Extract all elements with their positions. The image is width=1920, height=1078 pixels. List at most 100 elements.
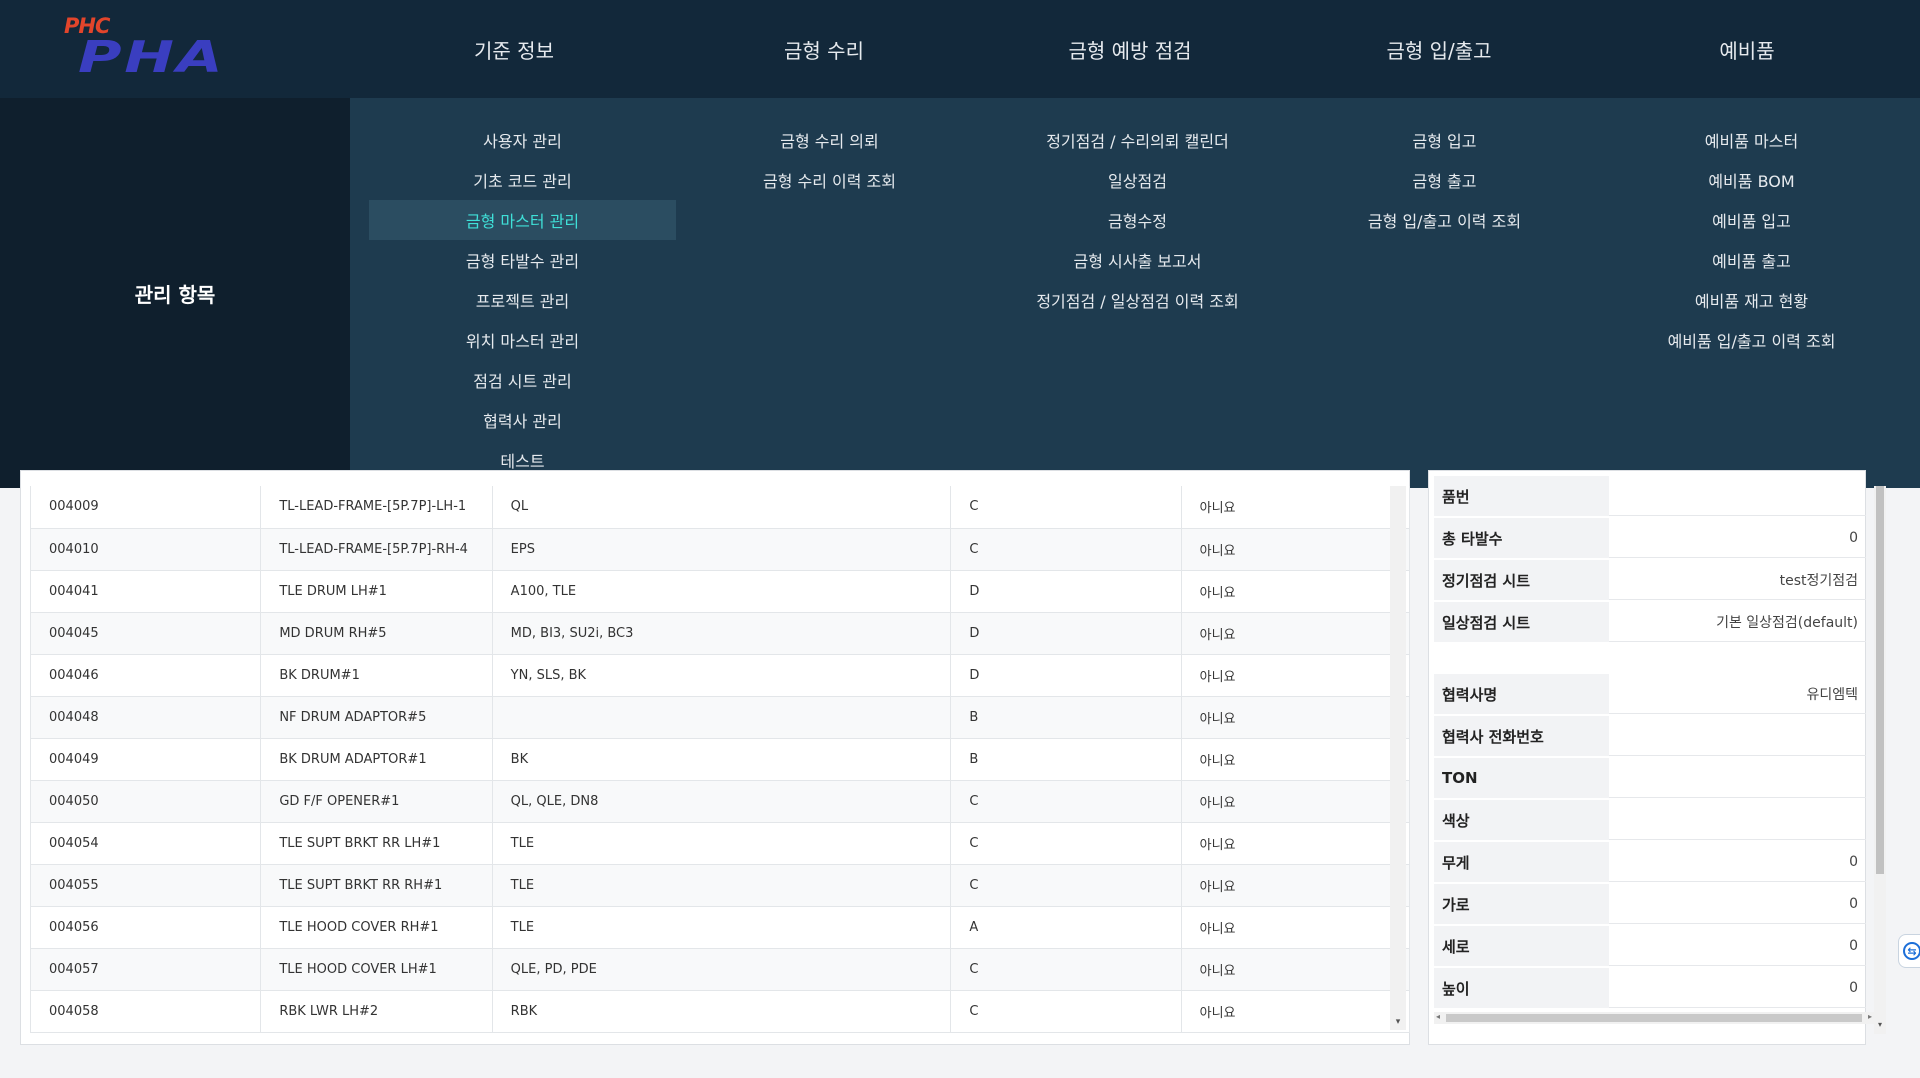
table-cell: TLE HOOD COVER LH#1 [260, 948, 493, 991]
top-navbar: PHC PHA 기준 정보 금형 수리 금형 예방 점검 금형 입/출고 예비품 [0, 0, 1920, 98]
detail-label: 높이 [1434, 968, 1609, 1008]
menu-item-active[interactable]: 금형 마스터 관리 [369, 200, 676, 240]
detail-row: 정기점검 시트 test정기점검 [1434, 560, 1866, 602]
table-cell: D [950, 570, 1182, 613]
table-row[interactable]: 004041 TLE DRUM LH#1 A100, TLE D 아니요 [29, 570, 1411, 613]
menu-item[interactable]: 정기점검 / 수리의뢰 캘린더 [984, 120, 1291, 160]
table-cell: D [950, 654, 1182, 697]
nav-mold-inout[interactable]: 금형 입/출고 [1325, 0, 1553, 98]
detail-label: 협력사 전화번호 [1434, 716, 1609, 756]
remote-icon: ⇆ [1903, 942, 1920, 960]
table-row[interactable]: 004049 BK DRUM ADAPTOR#1 BK B 아니요 [29, 738, 1411, 781]
detail-value[interactable]: 기본 일상점검(default) [1609, 602, 1866, 642]
menu-item[interactable]: 금형 수리 이력 조회 [676, 160, 983, 200]
table-cell: GD F/F OPENER#1 [260, 780, 493, 823]
detail-value[interactable]: 유디엠텍 [1609, 674, 1866, 714]
nav-spare-parts[interactable]: 예비품 [1633, 0, 1861, 98]
detail-label: 정기점검 시트 [1434, 560, 1609, 600]
table-row[interactable]: 004010 TL-LEAD-FRAME-[5P.7P]-RH-4 EPS C 아니요 [29, 528, 1411, 571]
table-cell: TL-LEAD-FRAME-[5P.7P]-RH-4 [260, 528, 493, 571]
table-row[interactable]: 004057 TLE HOOD COVER LH#1 QLE, PD, PDE C 아니… [29, 948, 1411, 991]
menu-item[interactable]: 일상점검 [984, 160, 1291, 200]
detail-row: 가로 0 [1434, 884, 1866, 926]
menu-item[interactable]: 예비품 마스터 [1598, 120, 1905, 160]
table-cell: YN, SLS, BK [492, 654, 952, 697]
detail-row: 높이 0 [1434, 968, 1866, 1010]
table-row[interactable]: 004050 GD F/F OPENER#1 QL, QLE, DN8 C 아니요 [29, 780, 1411, 823]
menu-item[interactable]: 정기점검 / 일상점검 이력 조회 [984, 280, 1291, 320]
menu-item[interactable]: 금형 출고 [1291, 160, 1598, 200]
table-cell: C [950, 990, 1182, 1033]
scroll-right-icon[interactable]: ▸ [1868, 1012, 1872, 1021]
scroll-down-icon[interactable]: ▾ [1390, 1014, 1406, 1030]
nav-mold-prevention[interactable]: 금형 예방 점검 [1016, 0, 1244, 98]
table-row[interactable]: 004048 NF DRUM ADAPTOR#5 B 아니요 [29, 696, 1411, 739]
menu-item[interactable]: 예비품 BOM [1598, 160, 1905, 200]
detail-value[interactable] [1609, 800, 1866, 840]
table-cell: 아니요 [1181, 738, 1411, 781]
table-cell: 아니요 [1181, 864, 1411, 907]
menu-item[interactable]: 금형 입/출고 이력 조회 [1291, 200, 1598, 240]
menu-item[interactable]: 금형 타발수 관리 [369, 240, 676, 280]
menu-item[interactable]: 예비품 입고 [1598, 200, 1905, 240]
detail-value[interactable]: 0 [1609, 926, 1866, 966]
detail-value[interactable] [1609, 476, 1866, 516]
remote-support-button[interactable]: ⇆ [1898, 934, 1920, 968]
menu-item[interactable]: 점검 시트 관리 [369, 360, 676, 400]
detail-value[interactable]: 0 [1609, 968, 1866, 1008]
detail-value[interactable] [1609, 758, 1866, 798]
menu-item[interactable]: 기초 코드 관리 [369, 160, 676, 200]
detail-value[interactable] [1609, 716, 1866, 756]
detail-value[interactable]: 0 [1609, 842, 1866, 882]
detail-hscrollbar[interactable]: ◂ ▸ [1434, 1012, 1874, 1024]
scroll-down-icon[interactable]: ▾ [1874, 1020, 1886, 1034]
menu-col-mold-inout: 금형 입고 금형 출고 금형 입/출고 이력 조회 [1291, 120, 1598, 240]
menu-item[interactable]: 협력사 관리 [369, 400, 676, 440]
table-cell: TLE DRUM LH#1 [260, 570, 493, 613]
menu-item[interactable]: 프로젝트 관리 [369, 280, 676, 320]
table-cell: 004056 [29, 906, 262, 949]
scroll-thumb[interactable] [1876, 486, 1884, 874]
table-row[interactable]: 004054 TLE SUPT BRKT RR LH#1 TLE C 아니요 [29, 822, 1411, 865]
table-cell: TLE SUPT BRKT RR RH#1 [260, 864, 493, 907]
menu-item[interactable]: 예비품 입/출고 이력 조회 [1598, 320, 1905, 360]
table-cell: 004057 [29, 948, 262, 991]
logo-main-text: PHA [78, 32, 226, 83]
detail-vscrollbar[interactable]: ▾ [1874, 486, 1886, 1034]
menu-item[interactable]: 예비품 재고 현황 [1598, 280, 1905, 320]
logo[interactable]: PHC PHA [62, 14, 226, 83]
nav-basic-info[interactable]: 기준 정보 [400, 0, 628, 98]
table-cell: 아니요 [1181, 780, 1411, 823]
menu-item[interactable]: 사용자 관리 [369, 120, 676, 160]
detail-row: 협력사명 유디엠텍 [1434, 674, 1866, 716]
table-scrollbar[interactable]: ▾ [1390, 486, 1406, 1030]
table-cell: 아니요 [1181, 486, 1411, 529]
detail-row: TON [1434, 758, 1866, 800]
table-cell: RBK [492, 990, 952, 1033]
menu-item[interactable]: 금형 시사출 보고서 [984, 240, 1291, 280]
menu-col-mold-repair: 금형 수리 의뢰 금형 수리 이력 조회 [676, 120, 983, 200]
menu-item[interactable]: 예비품 출고 [1598, 240, 1905, 280]
scroll-thumb[interactable] [1446, 1014, 1862, 1022]
table-cell: TLE SUPT BRKT RR LH#1 [260, 822, 493, 865]
table-row[interactable]: 004046 BK DRUM#1 YN, SLS, BK D 아니요 [29, 654, 1411, 697]
menu-item[interactable]: 위치 마스터 관리 [369, 320, 676, 360]
menu-item[interactable]: 금형 수리 의뢰 [676, 120, 983, 160]
menu-item[interactable]: 금형 입고 [1291, 120, 1598, 160]
detail-value[interactable]: test정기점검 [1609, 560, 1866, 600]
table-row[interactable]: 004009 TL-LEAD-FRAME-[5P.7P]-LH-1 QL C 아니요 [29, 486, 1411, 529]
table-row[interactable]: 004056 TLE HOOD COVER RH#1 TLE A 아니요 [29, 906, 1411, 949]
table-row[interactable]: 004055 TLE SUPT BRKT RR RH#1 TLE C 아니요 [29, 864, 1411, 907]
nav-mold-repair[interactable]: 금형 수리 [710, 0, 938, 98]
table-row[interactable]: 004058 RBK LWR LH#2 RBK C 아니요 [29, 990, 1411, 1033]
menu-item[interactable]: 금형수정 [984, 200, 1291, 240]
table-row[interactable]: 004045 MD DRUM RH#5 MD, BI3, SU2i, BC3 D 아니요 [29, 612, 1411, 655]
detail-label: 세로 [1434, 926, 1609, 966]
detail-label: 무게 [1434, 842, 1609, 882]
scroll-left-icon[interactable]: ◂ [1436, 1012, 1440, 1021]
table-cell: C [950, 948, 1182, 991]
table-cell: 004054 [29, 822, 262, 865]
detail-value[interactable]: 0 [1609, 884, 1866, 924]
table-cell: QL [492, 486, 952, 529]
detail-value[interactable]: 0 [1609, 518, 1866, 558]
